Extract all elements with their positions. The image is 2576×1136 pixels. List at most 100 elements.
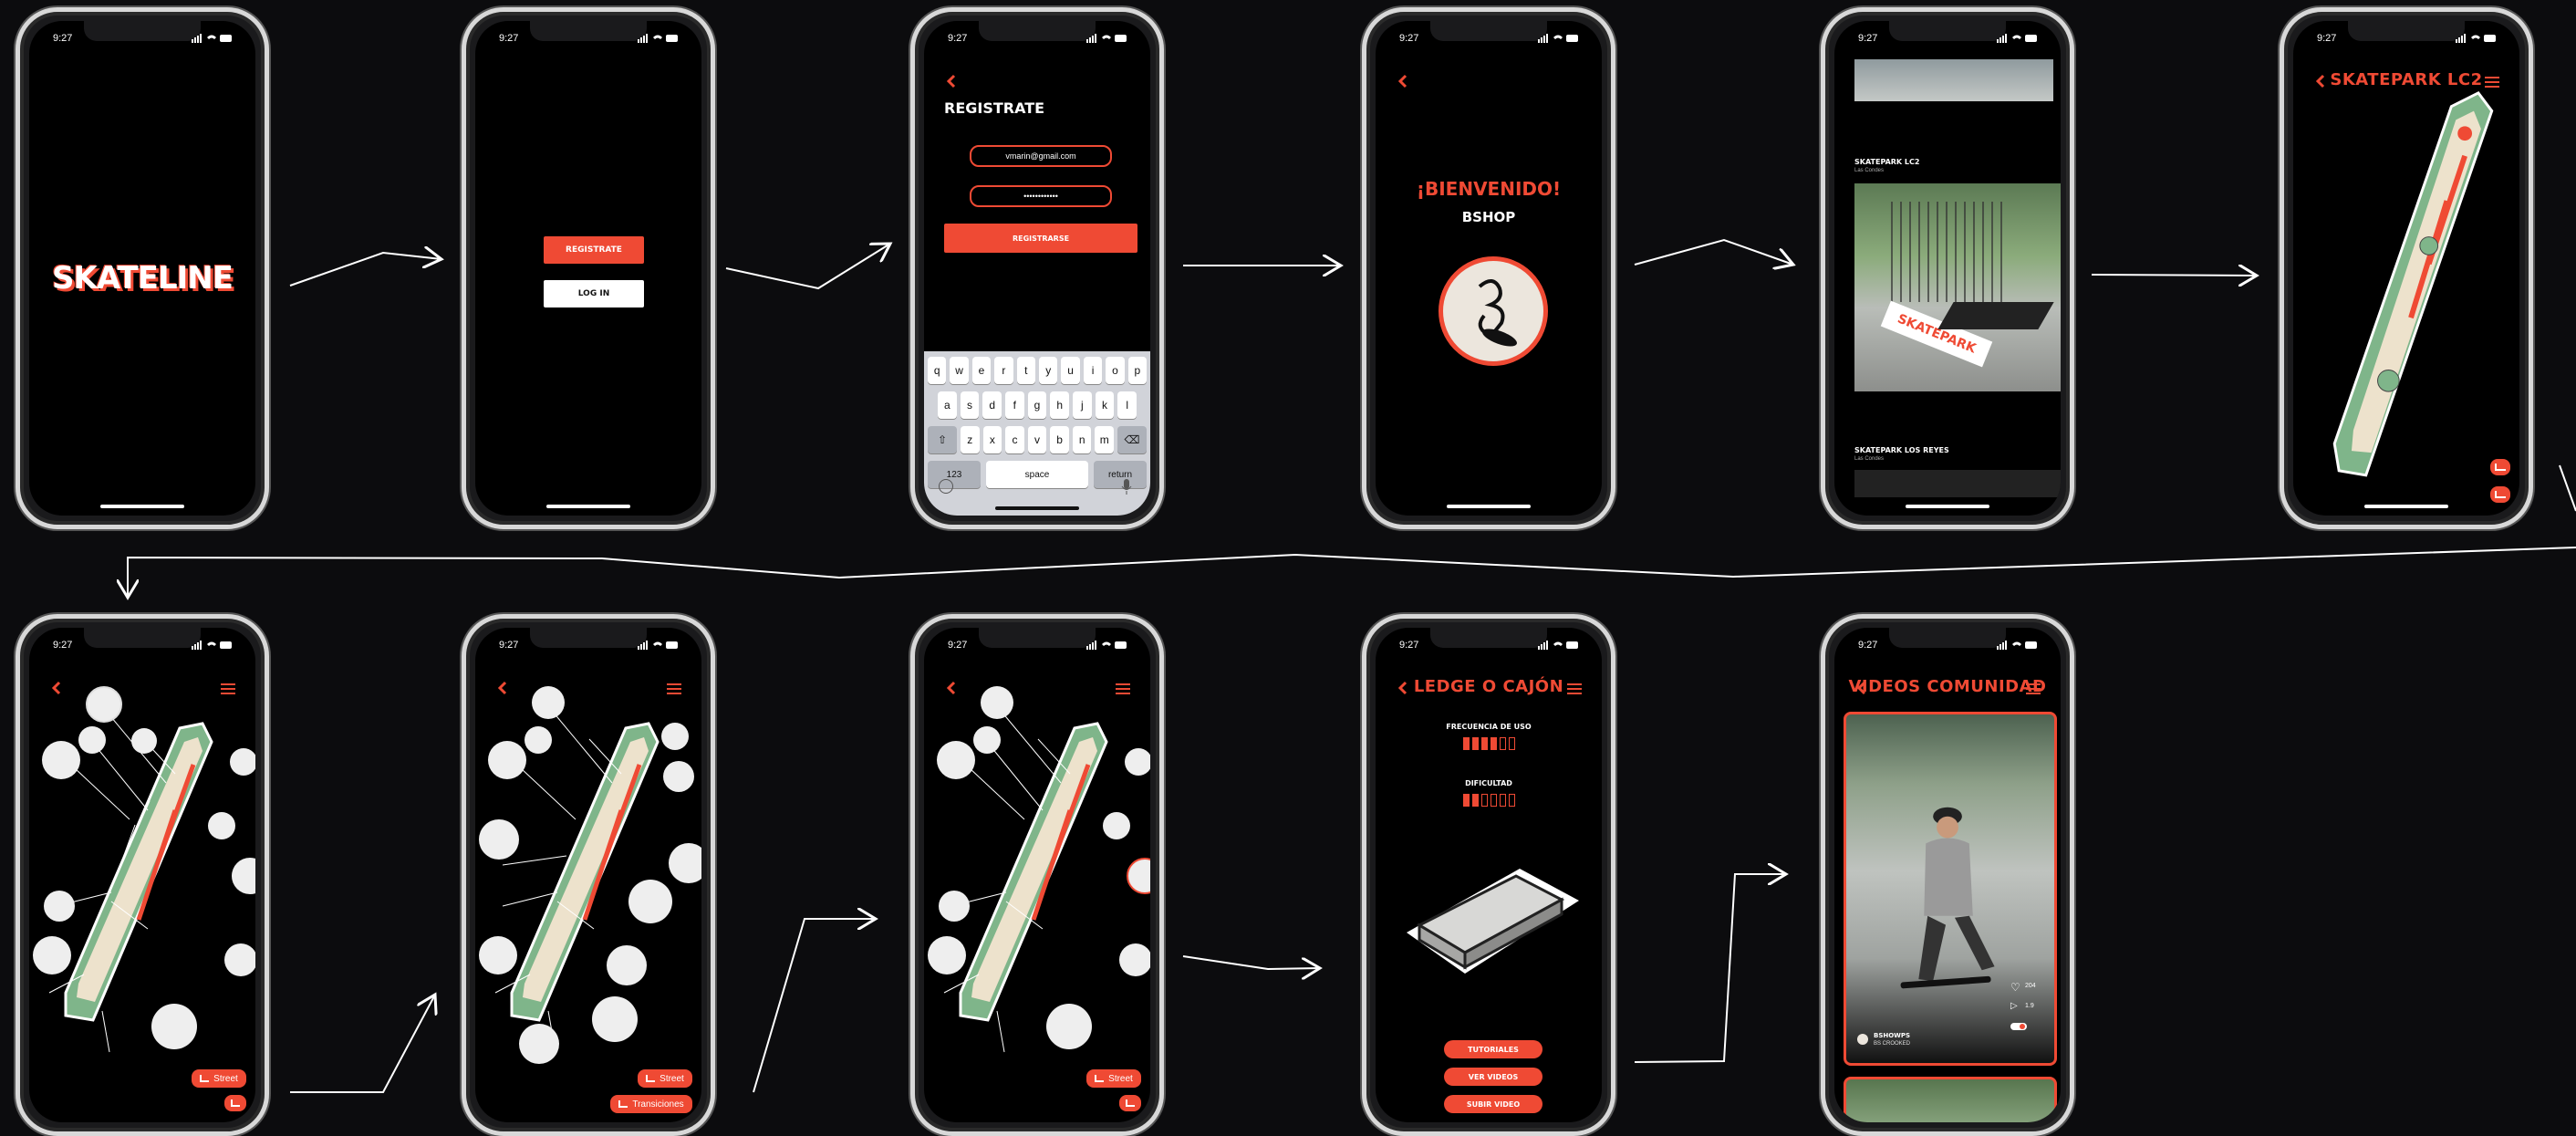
key-w[interactable]: w [950, 357, 969, 384]
transitions-filter-button[interactable]: Transiciones [610, 1095, 692, 1113]
obstacle-thumb[interactable] [479, 936, 517, 974]
hamburger-menu-icon[interactable] [2026, 681, 2041, 695]
obstacle-thumb[interactable] [607, 945, 647, 985]
video-user[interactable]: BSHOWPS [1874, 1032, 1910, 1039]
upload-video-button[interactable]: SUBIR VIDEO [1444, 1095, 1542, 1113]
obstacle-thumb[interactable] [230, 748, 255, 776]
key-k[interactable]: k [1095, 391, 1115, 419]
return-key[interactable]: return [1094, 461, 1147, 488]
key-u[interactable]: u [1061, 357, 1080, 384]
password-field[interactable]: •••••••••••• [970, 185, 1112, 207]
obstacle-thumb[interactable] [44, 891, 75, 922]
video-card[interactable] [1844, 1077, 2057, 1122]
key-s[interactable]: s [960, 391, 980, 419]
key-h[interactable]: h [1050, 391, 1070, 419]
filter-button[interactable] [224, 1095, 246, 1111]
obstacle-thumb[interactable] [928, 936, 966, 974]
filter-button[interactable] [2490, 486, 2510, 503]
login-button[interactable]: LOG IN [544, 280, 644, 307]
user-avatar[interactable] [1857, 1034, 1868, 1045]
numbers-key[interactable]: 123 [928, 461, 981, 488]
key-x[interactable]: x [982, 426, 1002, 453]
park-map-image[interactable] [475, 628, 701, 1122]
key-m[interactable]: m [1095, 426, 1115, 453]
park-photo[interactable]: SKATEPARK [1854, 183, 2061, 391]
park-map-image[interactable] [2293, 21, 2519, 516]
obstacle-thumb[interactable] [1125, 748, 1150, 776]
obstacle-thumb[interactable] [663, 761, 694, 792]
park-photo-top[interactable] [1854, 59, 2053, 101]
obstacle-thumb[interactable] [532, 686, 565, 719]
key-l[interactable]: l [1117, 391, 1137, 419]
obstacle-thumb[interactable] [1046, 1004, 1092, 1049]
key-c[interactable]: c [1005, 426, 1024, 453]
video-card[interactable]: ♡ 204 ▷ 1.9 BSHOWPS BS CROOKED [1844, 712, 2057, 1066]
key-b[interactable]: b [1050, 426, 1069, 453]
heart-icon[interactable]: ♡ [2010, 981, 2020, 994]
key-r[interactable]: r [994, 357, 1013, 384]
street-filter-button[interactable]: Street [638, 1069, 692, 1088]
park-name[interactable]: SKATEPARK LOS REYES [1854, 446, 1949, 454]
obstacle-thumb[interactable] [939, 891, 970, 922]
shift-key[interactable]: ⇧ [928, 426, 957, 453]
key-n[interactable]: n [1072, 426, 1092, 453]
key-q[interactable]: q [928, 357, 947, 384]
obstacle-thumb[interactable] [488, 741, 526, 779]
obstacle-thumb[interactable] [224, 943, 255, 976]
key-f[interactable]: f [1005, 391, 1024, 419]
key-p[interactable]: p [1127, 357, 1148, 384]
submit-register-button[interactable]: REGISTRARSE [944, 224, 1137, 253]
park-name[interactable]: SKATEPARK LC2 [1854, 158, 1919, 166]
emoji-icon[interactable] [939, 479, 953, 494]
obstacle-thumb[interactable] [479, 819, 519, 860]
key-i[interactable]: i [1083, 357, 1103, 384]
obstacle-thumb[interactable] [42, 741, 80, 779]
obstacle-thumb[interactable] [208, 812, 235, 839]
key-z[interactable]: z [961, 426, 980, 453]
obstacle-thumb[interactable] [1103, 812, 1130, 839]
space-key[interactable]: space [986, 461, 1088, 488]
backspace-key[interactable]: ⌫ [1117, 426, 1147, 453]
tutorials-button[interactable]: TUTORIALES [1444, 1040, 1542, 1058]
street-filter-button[interactable]: Street [192, 1069, 246, 1088]
key-d[interactable]: d [982, 391, 1002, 419]
obstacle-thumb[interactable] [78, 726, 106, 754]
hamburger-menu-icon[interactable] [1567, 681, 1582, 695]
obstacle-thumb[interactable] [519, 1024, 559, 1064]
key-t[interactable]: t [1016, 357, 1036, 384]
obstacle-thumb[interactable] [669, 843, 701, 883]
key-j[interactable]: j [1073, 391, 1092, 419]
obstacle-thumb[interactable] [628, 880, 672, 923]
obstacle-thumb[interactable] [151, 1004, 197, 1049]
obstacle-thumb[interactable] [973, 726, 1001, 754]
register-button[interactable]: REGISTRATE [544, 236, 644, 264]
obstacle-thumb[interactable] [661, 723, 689, 750]
obstacle-thumb[interactable] [33, 936, 71, 974]
filter-button[interactable] [2490, 459, 2510, 475]
obstacle-thumb[interactable] [937, 741, 975, 779]
back-arrow-icon[interactable] [1396, 74, 1410, 89]
obstacle-thumb[interactable] [525, 726, 552, 754]
toggle-icon[interactable] [2010, 1023, 2027, 1030]
park-photo-bottom[interactable] [1854, 470, 2061, 497]
park-map-image[interactable] [29, 628, 255, 1122]
obstacle-thumb[interactable] [86, 686, 122, 723]
email-field[interactable]: vmarin@gmail.com [970, 145, 1112, 167]
street-filter-button[interactable]: Street [1086, 1069, 1141, 1088]
obstacle-thumb[interactable] [131, 728, 157, 754]
key-e[interactable]: e [971, 357, 992, 384]
back-arrow-icon[interactable] [944, 74, 959, 89]
park-map-image[interactable] [924, 628, 1150, 1122]
view-videos-button[interactable]: VER VIDEOS [1444, 1068, 1542, 1086]
obstacle-thumb[interactable] [981, 686, 1013, 719]
key-o[interactable]: o [1106, 357, 1125, 384]
key-a[interactable]: a [938, 391, 957, 419]
filter-button[interactable] [1119, 1095, 1141, 1111]
obstacle-thumb[interactable] [1119, 943, 1150, 976]
microphone-icon[interactable] [1121, 479, 1132, 495]
obstacle-thumb[interactable] [592, 996, 638, 1042]
key-y[interactable]: y [1039, 357, 1058, 384]
key-v[interactable]: v [1027, 426, 1047, 453]
play-icon[interactable]: ▷ [2010, 1001, 2018, 1011]
key-g[interactable]: g [1027, 391, 1047, 419]
